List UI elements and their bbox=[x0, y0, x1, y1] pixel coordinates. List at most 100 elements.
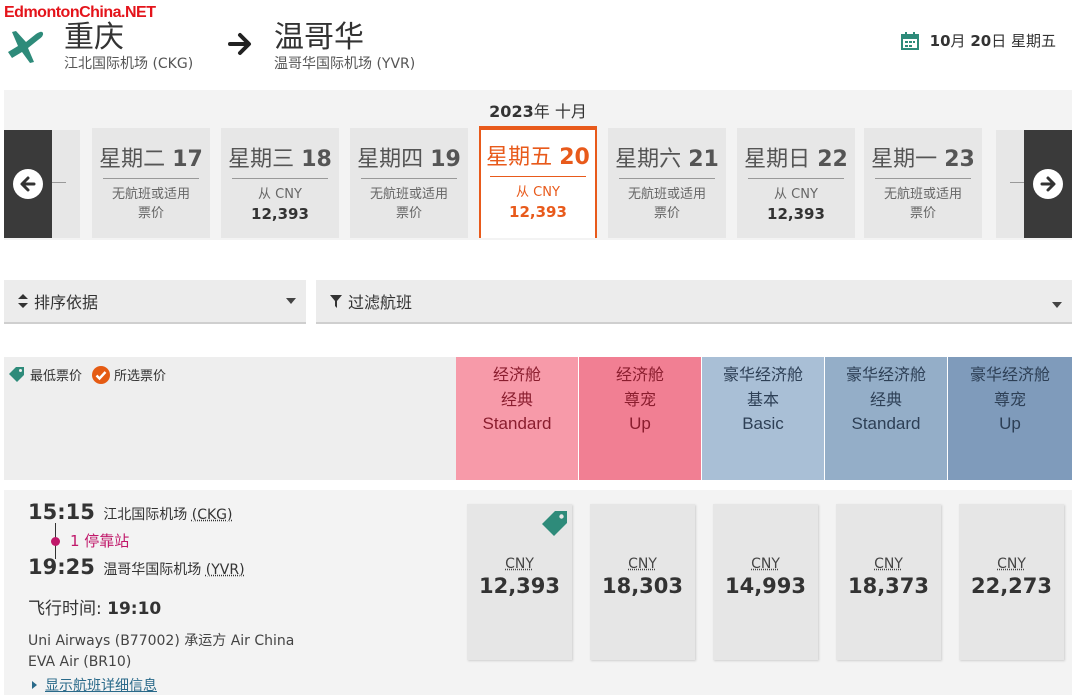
fare-tier: 尊宠 bbox=[623, 389, 656, 409]
origin-airport: 江北国际机场 (CKG) bbox=[64, 56, 194, 72]
arrow-right-circle-icon bbox=[1040, 176, 1056, 192]
flight-info: 15:15 江北国际机场 (CKG) 1 停靠站 19:25 温哥华国际机场 (… bbox=[28, 498, 294, 695]
price-currency: CNY bbox=[505, 556, 534, 572]
date-text: 10月 20日 星期五 bbox=[929, 32, 1056, 50]
sort-dropdown[interactable]: 排序依据 bbox=[4, 280, 306, 324]
flight-details-link[interactable]: 显示航班详细信息 bbox=[28, 675, 294, 695]
legend-selected: 所选票价 bbox=[114, 369, 167, 384]
date-card-line2: 票价 bbox=[395, 206, 422, 221]
fare-tier: 基本 bbox=[746, 389, 779, 409]
selected-date[interactable]: 10月 20日 星期五 bbox=[900, 30, 1056, 51]
next-dates-button[interactable] bbox=[1024, 130, 1072, 238]
filter-dropdown[interactable]: 过滤航班 bbox=[316, 280, 1072, 324]
fare-price-button[interactable]: CNY 18,303 bbox=[590, 504, 695, 660]
fare-class-header: 豪华经济舱 经典 Standard bbox=[825, 357, 948, 480]
arrow-right-icon bbox=[228, 33, 251, 55]
departure-time: 15:15 bbox=[28, 500, 95, 524]
departure-airport: 江北国际机场 bbox=[103, 507, 188, 523]
destination-airport: 温哥华国际机场 (YVR) bbox=[274, 56, 416, 72]
fare-tier-en: Up bbox=[999, 414, 1021, 433]
carrier-line-1: Uni Airways (B77002) 承运方 Air China bbox=[28, 633, 295, 649]
price-amount: 12,393 bbox=[478, 574, 561, 598]
fare-tier-en: Standard bbox=[851, 414, 921, 433]
date-card[interactable]: 星期六 21 无航班或适用 票价 bbox=[608, 128, 726, 238]
calendar-icon bbox=[900, 31, 919, 50]
date-card-day: 星期四 19 bbox=[357, 147, 461, 172]
fare-price-button[interactable]: CNY 12,393 bbox=[467, 504, 572, 660]
date-card-line1: 无航班或适用 bbox=[369, 187, 448, 202]
date-card-line2: 票价 bbox=[137, 206, 164, 221]
price-amount: 14,993 bbox=[724, 574, 807, 598]
date-card[interactable]: 星期二 17 无航班或适用 票价 bbox=[92, 128, 210, 238]
fare-class-header: 经济舱 尊宠 Up bbox=[579, 357, 702, 480]
date-card-day: 星期五 20 bbox=[486, 145, 590, 170]
arrow-left-icon bbox=[20, 176, 36, 192]
departure-line: 15:15 江北国际机场 (CKG) bbox=[28, 498, 294, 529]
date-card-line1: 从 CNY bbox=[258, 187, 302, 202]
stops-text: 1 停靠站 bbox=[70, 532, 130, 550]
date-card[interactable]: 星期一 23 无航班或适用 票价 bbox=[864, 128, 982, 238]
carousel-edge-left bbox=[50, 130, 80, 238]
destination-city-block: 温哥华 温哥华国际机场 (YVR) bbox=[274, 20, 415, 72]
price-tag-icon bbox=[9, 366, 24, 382]
date-card-line2: 12,393 bbox=[251, 205, 309, 223]
fare-legend: 最低票价 所选票价 bbox=[8, 365, 176, 384]
fare-class-header: 豪华经济舱基本 Basic bbox=[702, 357, 825, 480]
departure-code[interactable]: (CKG) bbox=[192, 507, 233, 523]
fare-cabin: 豪华经济舱 bbox=[722, 365, 803, 384]
fare-cabin: 豪华经济舱 bbox=[969, 365, 1050, 384]
flight-duration: 飞行时间: 19:10 bbox=[28, 594, 294, 619]
stops-indicator[interactable]: 1 停靠站 bbox=[28, 523, 294, 559]
route-header: 重庆 江北国际机场 (CKG) 温哥华 温哥华国际机场 (YVR) 10月 20… bbox=[0, 0, 1080, 90]
date-card-day: 星期二 17 bbox=[99, 147, 203, 172]
price-currency: CNY bbox=[997, 556, 1026, 572]
origin-city-block: 重庆 江北国际机场 (CKG) bbox=[64, 20, 193, 72]
prev-dates-button[interactable] bbox=[4, 130, 52, 238]
date-card-day: 星期六 21 bbox=[615, 147, 719, 172]
carousel-edge-right bbox=[996, 130, 1026, 238]
fare-tier-en: Standard bbox=[482, 414, 552, 433]
date-carousel: 2023年 十月 星期二 17 无航班或适用 票价 星期三 18 从 CNY 12,393… bbox=[4, 90, 1072, 240]
fare-price-button[interactable]: CNY 22,273 bbox=[959, 504, 1064, 660]
arrival-code[interactable]: (YVR) bbox=[206, 562, 245, 578]
fare-tier-en: Basic bbox=[742, 414, 784, 433]
date-card-line2: 票价 bbox=[653, 206, 680, 221]
date-card-line2: 12,393 bbox=[767, 205, 825, 223]
filter-icon bbox=[330, 294, 342, 308]
fare-price-button[interactable]: CNY 18,373 bbox=[836, 504, 941, 660]
lowest-fare-tag-icon bbox=[542, 511, 567, 536]
date-card-day: 星期一 23 bbox=[871, 147, 975, 172]
sort-label: 排序依据 bbox=[34, 293, 99, 312]
origin-city: 重庆 bbox=[64, 20, 124, 55]
expand-triangle-icon bbox=[32, 681, 37, 689]
fare-price-button[interactable]: CNY 14,993 bbox=[713, 504, 818, 660]
arrival-airport: 温哥华国际机场 bbox=[103, 562, 202, 578]
price-amount: 18,373 bbox=[847, 574, 930, 598]
chevron-down-icon bbox=[286, 298, 296, 304]
carrier-line-2: EVA Air (BR10) bbox=[28, 654, 132, 670]
fare-class-header: 豪华经济舱尊宠 Up bbox=[948, 357, 1072, 480]
date-card-line1: 无航班或适用 bbox=[627, 187, 706, 202]
fare-cabin: 经济舱 bbox=[615, 365, 664, 384]
date-card-line1: 从 CNY bbox=[774, 187, 818, 202]
details-link-text: 显示航班详细信息 bbox=[45, 678, 157, 694]
price-amount: 18,303 bbox=[601, 574, 684, 598]
date-card-day: 星期三 18 bbox=[228, 147, 332, 172]
price-currency: CNY bbox=[751, 556, 780, 572]
date-card[interactable]: 星期五 20 从 CNY 12,393 bbox=[479, 126, 597, 238]
fare-tier: 经典 bbox=[500, 389, 533, 409]
price-currency: CNY bbox=[874, 556, 903, 572]
date-card[interactable]: 星期日 22 从 CNY 12,393 bbox=[737, 128, 855, 238]
arrival-time: 19:25 bbox=[28, 555, 95, 579]
sort-icon bbox=[18, 294, 28, 308]
flight-result-row: 15:15 江北国际机场 (CKG) 1 停靠站 19:25 温哥华国际机场 (… bbox=[4, 490, 1072, 695]
date-card-line1: 无航班或适用 bbox=[111, 187, 190, 202]
date-card[interactable]: 星期三 18 从 CNY 12,393 bbox=[221, 128, 339, 238]
stop-dot-icon bbox=[51, 537, 60, 546]
fare-header: 最低票价 所选票价 经济舱 经典 Standard 经济舱 尊宠 Up 豪华经济舱 基本 Bas… bbox=[4, 357, 1072, 480]
date-card[interactable]: 星期四 19 无航班或适用 票价 bbox=[350, 128, 468, 238]
destination-city: 温哥华 bbox=[274, 20, 364, 55]
fare-tier: 尊宠 bbox=[993, 389, 1026, 409]
fare-cabin: 豪华经济舱 bbox=[845, 365, 926, 384]
date-card-line1: 无航班或适用 bbox=[883, 187, 962, 202]
